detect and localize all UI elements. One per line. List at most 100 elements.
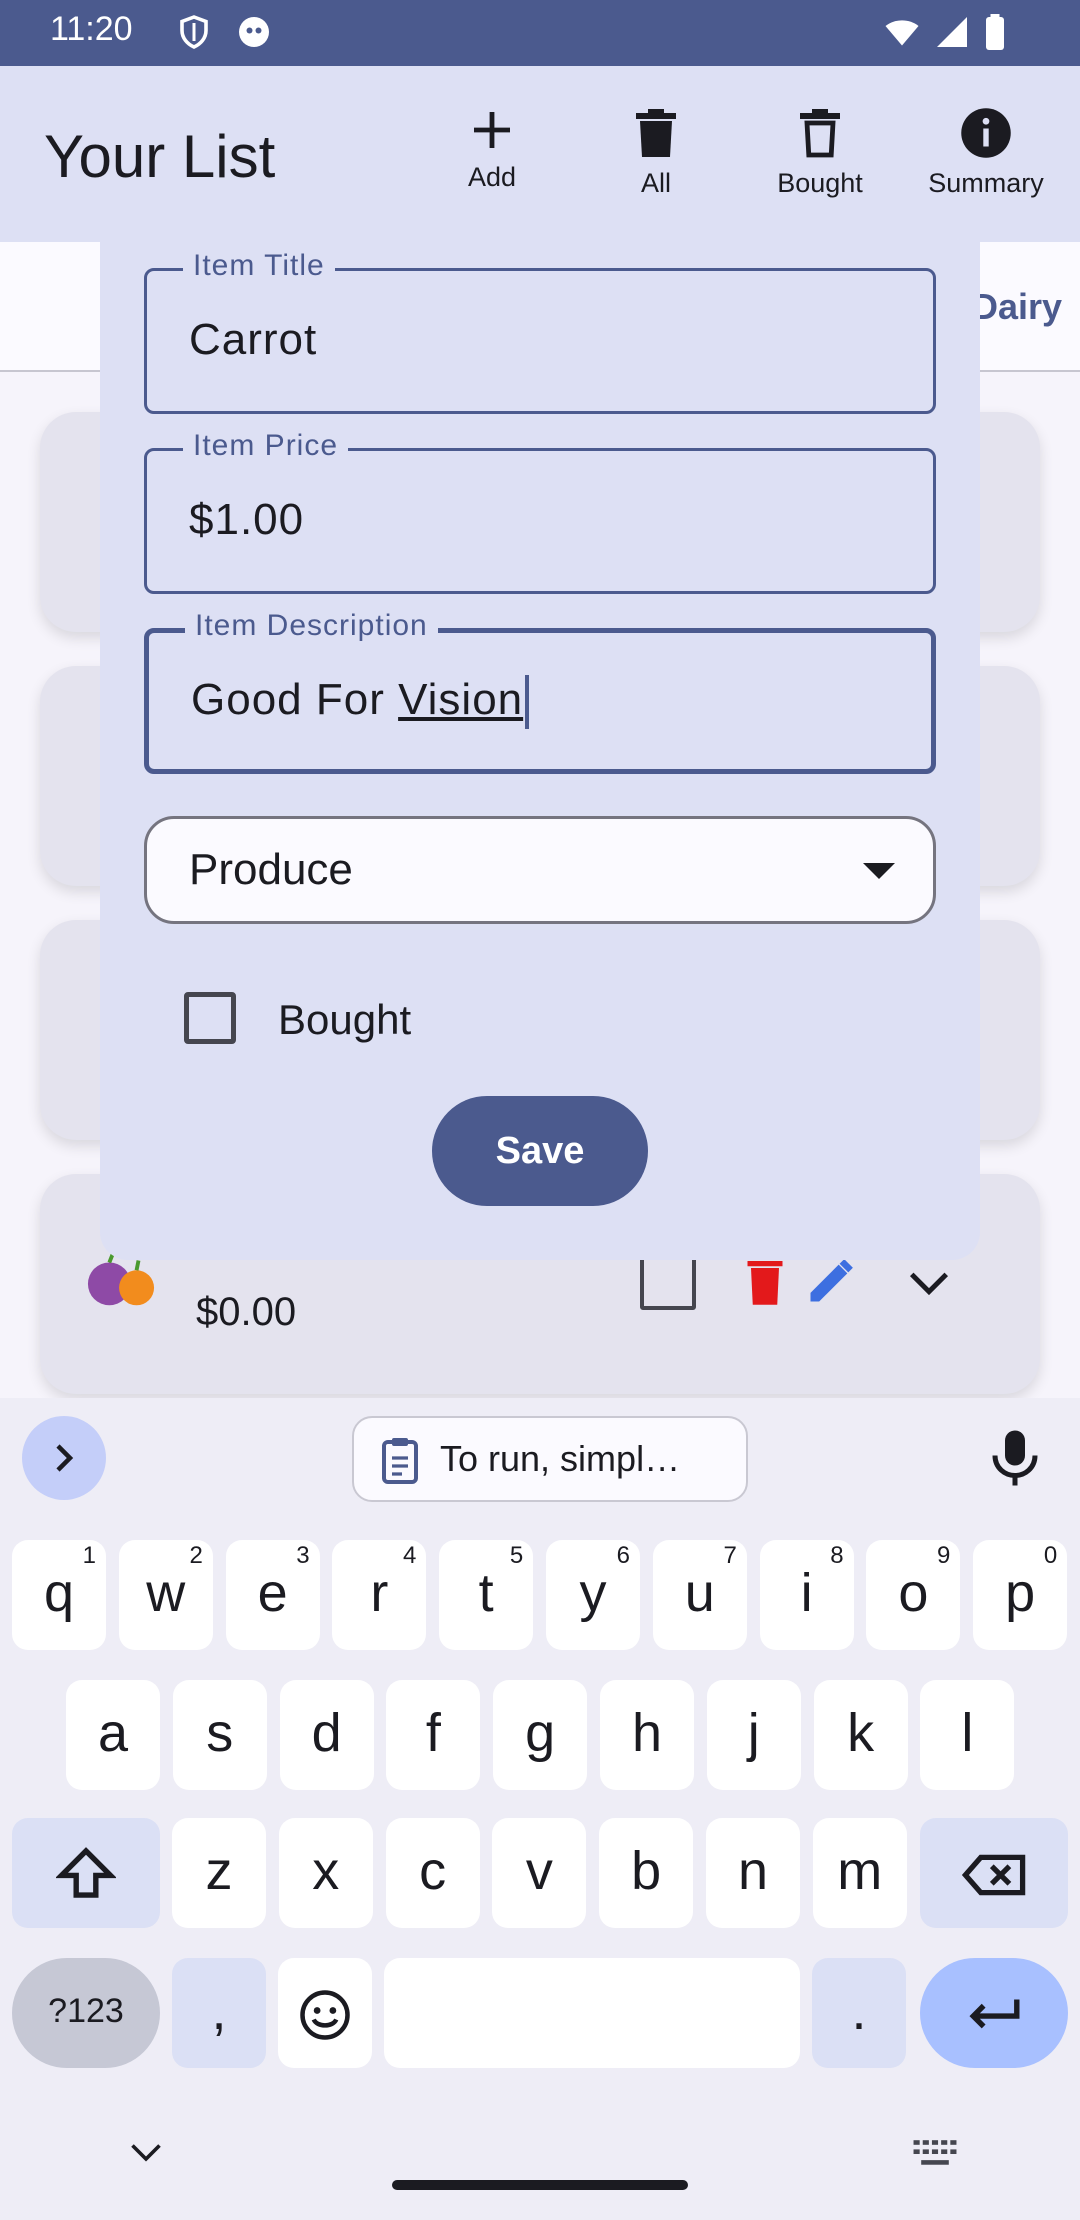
- item-bought-checkbox[interactable]: [640, 1254, 696, 1310]
- text-cursor: [525, 675, 530, 730]
- item-description-field[interactable]: Item Description Good For Vision: [144, 609, 936, 774]
- key-h[interactable]: h: [600, 1680, 694, 1790]
- plus-icon: [474, 112, 510, 148]
- item-title-value: Carrot: [189, 315, 318, 364]
- key-e-hint: 3: [296, 1542, 310, 1569]
- period-key-label: .: [851, 1981, 867, 2041]
- key-x[interactable]: x: [278, 1818, 373, 1928]
- key-d[interactable]: d: [279, 1680, 374, 1790]
- bought-checkbox-label[interactable]: Bought: [278, 996, 411, 1044]
- shield-icon: [180, 15, 208, 49]
- key-v[interactable]: v: [492, 1818, 587, 1928]
- delete-icon[interactable]: [744, 1256, 786, 1308]
- bought-checkbox[interactable]: [184, 992, 236, 1044]
- clipboard-icon: [382, 1438, 418, 1484]
- key-a[interactable]: a: [66, 1680, 160, 1790]
- key-o[interactable]: o9: [866, 1540, 961, 1650]
- item-title-field[interactable]: Item Title Carrot: [144, 249, 936, 414]
- backspace-key[interactable]: [920, 1818, 1068, 1928]
- microphone-icon[interactable]: [990, 1428, 1040, 1488]
- key-j-label: j: [747, 1703, 760, 1763]
- key-p-label: p: [1005, 1563, 1036, 1623]
- key-q[interactable]: q1: [12, 1540, 106, 1650]
- key-v-label: v: [525, 1841, 553, 1901]
- key-m[interactable]: m: [812, 1818, 907, 1928]
- key-j[interactable]: j: [706, 1680, 801, 1790]
- summary-label: Summary: [928, 168, 1044, 198]
- key-h-label: h: [631, 1703, 663, 1763]
- shift-key[interactable]: [12, 1818, 160, 1928]
- key-n[interactable]: n: [706, 1818, 800, 1928]
- item-price-value: $1.00: [189, 495, 305, 544]
- symbols-key[interactable]: ?123: [12, 1958, 160, 2068]
- trash-icon: [636, 109, 676, 157]
- space-key[interactable]: [384, 1958, 800, 2068]
- add-button[interactable]: Add: [412, 106, 572, 193]
- key-t[interactable]: t5: [439, 1540, 534, 1650]
- key-g[interactable]: g: [493, 1680, 588, 1790]
- save-button[interactable]: Save: [432, 1096, 648, 1206]
- key-u-hint: 7: [723, 1542, 737, 1569]
- key-q-label: q: [43, 1563, 75, 1623]
- key-c[interactable]: c: [385, 1818, 480, 1928]
- key-t-hint: 5: [509, 1542, 524, 1569]
- key-t-label: t: [478, 1563, 494, 1623]
- category-dropdown[interactable]: Produce: [144, 816, 936, 924]
- key-r[interactable]: r4: [332, 1540, 427, 1650]
- emoji-key[interactable]: [278, 1958, 372, 2068]
- edit-icon[interactable]: [804, 1256, 856, 1308]
- key-d-label: d: [311, 1703, 342, 1763]
- item-price-label: Item Price: [183, 429, 349, 463]
- battery-icon: [986, 14, 1004, 50]
- comma-key[interactable]: ,: [172, 1958, 266, 2068]
- key-y-hint: 6: [616, 1542, 630, 1569]
- key-y-label: y: [579, 1563, 607, 1623]
- key-e[interactable]: e3: [225, 1540, 320, 1650]
- clipboard-suggestion-text: To run, simpl…: [440, 1438, 681, 1479]
- key-b-label: b: [631, 1841, 662, 1901]
- keyboard-toolbar-expand-button[interactable]: [22, 1416, 106, 1500]
- key-k-label: k: [847, 1703, 875, 1763]
- key-k[interactable]: k: [813, 1680, 908, 1790]
- enter-icon: [969, 1999, 1020, 2029]
- key-z[interactable]: z: [172, 1818, 266, 1928]
- key-i[interactable]: i8: [759, 1540, 854, 1650]
- summary-button[interactable]: Summary: [906, 106, 1066, 199]
- keyboard-switch-icon[interactable]: [912, 2138, 958, 2170]
- status-time: 11:20: [50, 10, 133, 48]
- item-price-field[interactable]: Item Price $1.00: [144, 429, 936, 594]
- key-y[interactable]: y6: [546, 1540, 640, 1650]
- key-s-label: s: [206, 1703, 234, 1763]
- notification-app-icon: [239, 17, 269, 47]
- key-a-label: a: [97, 1703, 129, 1763]
- key-r-hint: 4: [403, 1542, 417, 1569]
- key-s[interactable]: s: [172, 1680, 267, 1790]
- home-gesture-bar[interactable]: [392, 2180, 688, 2190]
- tab-dairy[interactable]: Dairy: [972, 286, 1062, 328]
- key-b[interactable]: b: [599, 1818, 694, 1928]
- delete-bought-button[interactable]: Bought: [740, 106, 900, 199]
- key-o-label: o: [898, 1563, 929, 1623]
- trash-outline-icon: [800, 109, 840, 158]
- chevron-down-icon[interactable]: [906, 1264, 952, 1300]
- item-price: $0.00: [196, 1290, 297, 1334]
- chevron-right-icon: [56, 1444, 74, 1472]
- key-p[interactable]: p0: [973, 1540, 1068, 1650]
- key-w-hint: 2: [189, 1542, 203, 1569]
- key-i-hint: 8: [830, 1542, 844, 1569]
- delete-all-button[interactable]: All: [576, 106, 736, 199]
- enter-key[interactable]: [920, 1958, 1068, 2068]
- dropdown-arrow-icon: [863, 863, 895, 879]
- key-l[interactable]: l: [920, 1680, 1015, 1790]
- clipboard-suggestion-chip[interactable]: To run, simpl…: [352, 1416, 748, 1502]
- key-m-label: m: [837, 1841, 883, 1901]
- emoji-icon: [300, 1990, 350, 2040]
- item-description-label: Item Description: [185, 609, 438, 643]
- key-i-label: i: [800, 1563, 813, 1623]
- key-f[interactable]: f: [386, 1680, 481, 1790]
- hide-keyboard-icon[interactable]: [128, 2138, 164, 2168]
- info-icon: [961, 108, 1011, 158]
- period-key[interactable]: .: [812, 1958, 906, 2068]
- key-w[interactable]: w2: [118, 1540, 213, 1650]
- key-u[interactable]: u7: [652, 1540, 747, 1650]
